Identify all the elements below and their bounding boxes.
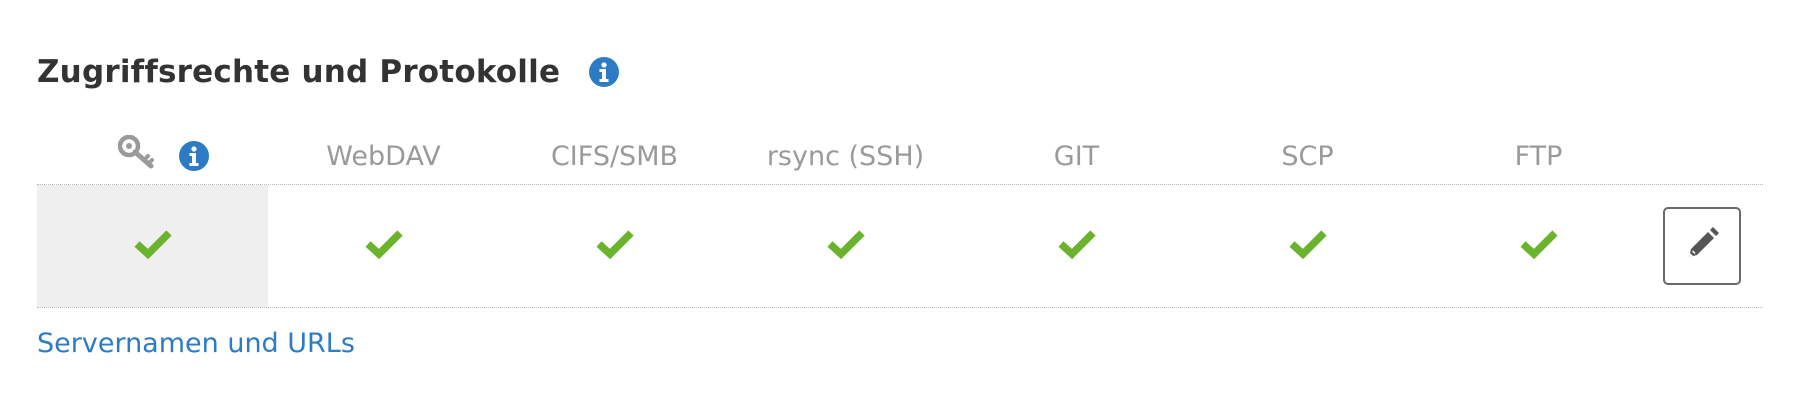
key-value-cell [37,185,268,307]
section-header: Zugriffsrechte und Protokolle [37,48,620,96]
check-icon [1519,229,1558,263]
check-icon [1057,229,1096,263]
check-icon [595,229,634,263]
ftp-value-cell [1423,185,1654,307]
column-header-scp: SCP [1281,140,1334,172]
check-icon [1288,229,1327,263]
key-column-header [37,134,268,178]
column-header-ftp: FTP [1514,140,1563,172]
protocol-table: WebDAV CIFS/SMB rsync (SSH) GIT SCP FTP [37,128,1763,308]
rsync-value-cell [730,185,961,307]
key-info-icon[interactable] [178,140,210,172]
table-row [37,185,1763,308]
table-header-row: WebDAV CIFS/SMB rsync (SSH) GIT SCP FTP [37,128,1763,185]
pencil-icon [1684,226,1720,266]
webdav-value-cell [268,185,499,307]
git-value-cell [961,185,1192,307]
column-header-rsync: rsync (SSH) [766,140,925,172]
check-icon [364,229,403,263]
server-names-link[interactable]: Servernamen und URLs [37,328,355,359]
column-header-git: GIT [1053,140,1100,172]
check-icon [826,229,865,263]
column-header-cifs-smb: CIFS/SMB [550,140,679,172]
section-title: Zugriffsrechte und Protokolle [37,54,561,90]
edit-button[interactable] [1663,207,1741,285]
column-header-webdav: WebDAV [326,140,441,172]
cifs-smb-value-cell [499,185,730,307]
check-icon [133,229,172,263]
scp-value-cell [1192,185,1423,307]
key-icon [117,134,156,178]
info-icon[interactable] [588,56,620,88]
